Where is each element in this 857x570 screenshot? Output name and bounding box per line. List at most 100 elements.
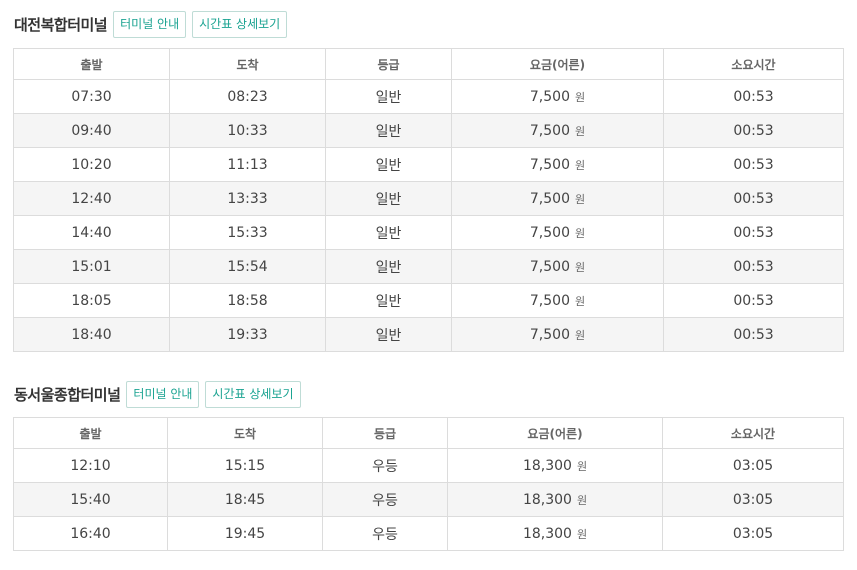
currency-unit: 원 <box>574 226 586 240</box>
depart-cell: 14:40 <box>13 215 170 250</box>
currency-unit: 원 <box>576 459 588 473</box>
table-row: 18:40 19:33 일반 7,500 원 00:53 <box>13 317 844 352</box>
table-row: 16:40 19:45 우등 18,300 원 03:05 <box>13 516 844 551</box>
depart-cell: 18:40 <box>13 317 170 352</box>
fare-value: 7,500 <box>529 88 570 105</box>
fare-value: 18,300 <box>522 491 572 508</box>
fare-value: 7,500 <box>529 292 570 309</box>
depart-cell: 15:40 <box>13 482 168 517</box>
arrive-cell: 19:33 <box>169 317 326 352</box>
depart-cell: 07:30 <box>13 79 170 114</box>
grade-cell: 일반 <box>325 283 452 318</box>
col-duration-header: 소요시간 <box>662 417 844 449</box>
grade-cell: 우등 <box>322 482 448 517</box>
grade-cell: 일반 <box>325 79 452 114</box>
arrive-cell: 19:45 <box>167 516 323 551</box>
schedule-table: 출발 도착 등급 요금(어른) 소요시간 12:10 15:15 우등 18,300 원… <box>13 417 844 551</box>
duration-cell: 00:53 <box>663 249 844 284</box>
currency-unit: 원 <box>574 260 586 274</box>
duration-cell: 03:05 <box>662 516 844 551</box>
depart-cell: 15:01 <box>13 249 170 284</box>
table-row: 15:01 15:54 일반 7,500 원 00:53 <box>13 249 844 284</box>
col-duration-header: 소요시간 <box>663 48 844 80</box>
col-arrive-header: 도착 <box>169 48 326 80</box>
fare-value: 18,300 <box>522 457 572 474</box>
fare-value: 7,500 <box>529 326 570 343</box>
depart-cell: 12:10 <box>13 448 168 483</box>
fare-value: 7,500 <box>529 156 570 173</box>
depart-cell: 12:40 <box>13 181 170 216</box>
schedule-detail-button[interactable]: 시간표 상세보기 <box>192 11 288 38</box>
table-row: 14:40 15:33 일반 7,500 원 00:53 <box>13 215 844 250</box>
grade-cell: 우등 <box>322 516 448 551</box>
table-row: 12:10 15:15 우등 18,300 원 03:05 <box>13 448 844 483</box>
terminal-name: 대전복합터미널 <box>14 16 108 34</box>
col-fare-header: 요금(어른) <box>447 417 663 449</box>
duration-cell: 00:53 <box>663 283 844 318</box>
table-row: 09:40 10:33 일반 7,500 원 00:53 <box>13 113 844 148</box>
col-depart-header: 출발 <box>13 48 170 80</box>
grade-cell: 일반 <box>325 215 452 250</box>
table-row: 07:30 08:23 일반 7,500 원 00:53 <box>13 79 844 114</box>
grade-cell: 일반 <box>325 181 452 216</box>
fare-value: 7,500 <box>529 258 570 275</box>
arrive-cell: 10:33 <box>169 113 326 148</box>
duration-cell: 03:05 <box>662 448 844 483</box>
currency-unit: 원 <box>576 493 588 507</box>
arrive-cell: 15:33 <box>169 215 326 250</box>
fare-value: 18,300 <box>522 525 572 542</box>
fare-cell: 18,300 원 <box>447 482 663 517</box>
duration-cell: 00:53 <box>663 181 844 216</box>
col-arrive-header: 도착 <box>167 417 323 449</box>
table-row: 12:40 13:33 일반 7,500 원 00:53 <box>13 181 844 216</box>
table-header-row: 출발 도착 등급 요금(어른) 소요시간 <box>13 48 844 80</box>
fare-cell: 7,500 원 <box>451 147 664 182</box>
currency-unit: 원 <box>574 124 586 138</box>
arrive-cell: 11:13 <box>169 147 326 182</box>
grade-cell: 일반 <box>325 317 452 352</box>
fare-cell: 7,500 원 <box>451 113 664 148</box>
table-row: 18:05 18:58 일반 7,500 원 00:53 <box>13 283 844 318</box>
arrive-cell: 18:58 <box>169 283 326 318</box>
col-grade-header: 등급 <box>325 48 452 80</box>
grade-cell: 일반 <box>325 249 452 284</box>
currency-unit: 원 <box>576 527 588 541</box>
duration-cell: 00:53 <box>663 79 844 114</box>
fare-value: 7,500 <box>529 122 570 139</box>
col-depart-header: 출발 <box>13 417 168 449</box>
section-header: 동서울종합터미널 터미널 안내 시간표 상세보기 <box>14 381 307 408</box>
currency-unit: 원 <box>574 192 586 206</box>
fare-cell: 7,500 원 <box>451 79 664 114</box>
duration-cell: 00:53 <box>663 147 844 182</box>
arrive-cell: 08:23 <box>169 79 326 114</box>
depart-cell: 10:20 <box>13 147 170 182</box>
terminal-info-button[interactable]: 터미널 안내 <box>126 381 200 408</box>
table-row: 10:20 11:13 일반 7,500 원 00:53 <box>13 147 844 182</box>
table-header-row: 출발 도착 등급 요금(어른) 소요시간 <box>13 417 844 449</box>
fare-cell: 18,300 원 <box>447 516 663 551</box>
arrive-cell: 15:15 <box>167 448 323 483</box>
duration-cell: 00:53 <box>663 317 844 352</box>
grade-cell: 일반 <box>325 147 452 182</box>
arrive-cell: 18:45 <box>167 482 323 517</box>
fare-cell: 7,500 원 <box>451 317 664 352</box>
fare-cell: 7,500 원 <box>451 283 664 318</box>
fare-value: 7,500 <box>529 190 570 207</box>
currency-unit: 원 <box>574 294 586 308</box>
schedule-detail-button[interactable]: 시간표 상세보기 <box>205 381 301 408</box>
col-fare-header: 요금(어른) <box>451 48 664 80</box>
fare-cell: 7,500 원 <box>451 181 664 216</box>
terminal-info-button[interactable]: 터미널 안내 <box>113 11 187 38</box>
depart-cell: 18:05 <box>13 283 170 318</box>
currency-unit: 원 <box>574 158 586 172</box>
col-grade-header: 등급 <box>322 417 448 449</box>
duration-cell: 03:05 <box>662 482 844 517</box>
fare-cell: 7,500 원 <box>451 215 664 250</box>
arrive-cell: 15:54 <box>169 249 326 284</box>
depart-cell: 09:40 <box>13 113 170 148</box>
fare-value: 7,500 <box>529 224 570 241</box>
section-header: 대전복합터미널 터미널 안내 시간표 상세보기 <box>14 11 293 38</box>
depart-cell: 16:40 <box>13 516 168 551</box>
currency-unit: 원 <box>574 90 586 104</box>
fare-cell: 7,500 원 <box>451 249 664 284</box>
